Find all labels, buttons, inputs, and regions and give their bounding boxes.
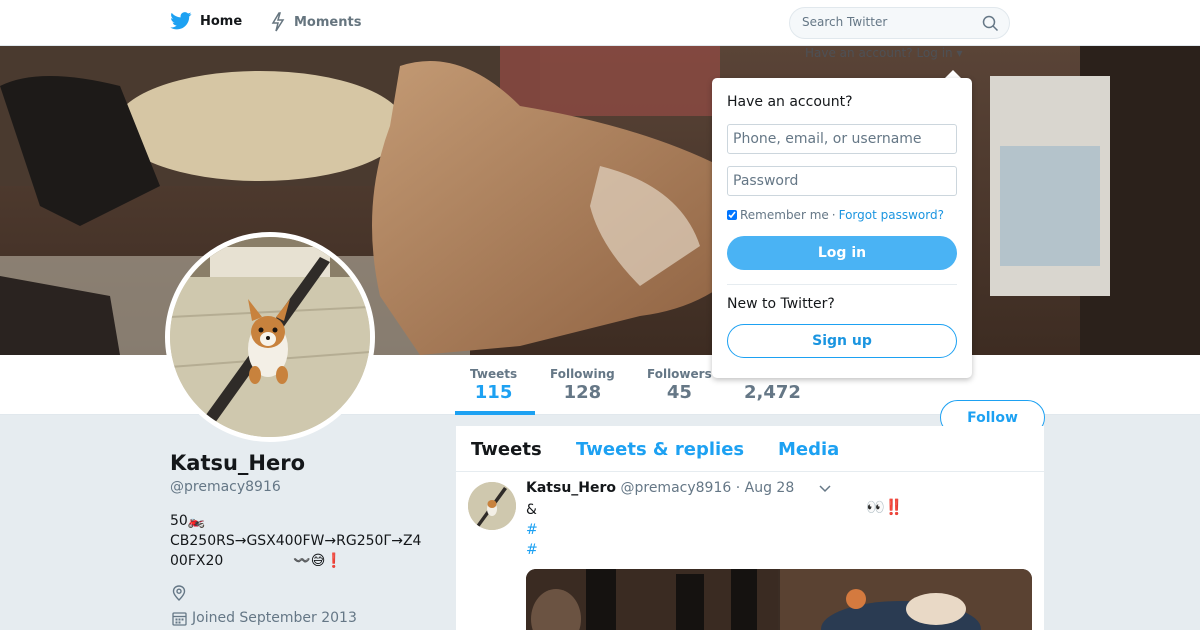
forgot-password-link[interactable]: Forgot password? <box>839 208 944 222</box>
stat-following-value: 128 <box>563 382 602 403</box>
remember-row: Remember me · Forgot password? <box>727 208 944 222</box>
bio-line: 50🏍️ <box>170 513 206 529</box>
stat-followers[interactable]: Followers 45 <box>647 367 712 403</box>
timeline-tabs: Tweets Tweets & replies Media <box>456 426 1044 472</box>
profile-joined: Joined September 2013 <box>172 610 357 626</box>
tab-media[interactable]: Media <box>778 439 839 460</box>
remember-label[interactable]: Remember me <box>740 208 829 222</box>
stat-tweets[interactable]: Tweets 115 <box>470 367 517 403</box>
tweet-author-handle[interactable]: @premacy8916 <box>620 480 731 496</box>
stat-followers-value: 45 <box>666 382 692 403</box>
tweet-media-image[interactable] <box>526 569 1032 630</box>
remember-checkbox[interactable] <box>727 210 737 220</box>
profile-name[interactable]: Katsu_Hero <box>170 451 305 475</box>
separator-dot: · <box>831 208 836 222</box>
bio-line: CB250RS→GSX400FW→RG250Γ→Z4 <box>170 533 422 549</box>
profile-handle[interactable]: @premacy8916 <box>170 479 281 495</box>
nav-home-label: Home <box>200 13 243 29</box>
tweet-avatar[interactable] <box>468 482 516 530</box>
stat-following-label: Following <box>550 367 615 381</box>
tweet-emoji: 👀‼️ <box>866 498 904 516</box>
stat-followers-label: Followers <box>647 367 712 381</box>
tweet-hashtag[interactable]: # <box>526 520 538 540</box>
twitter-bird-icon <box>170 12 192 30</box>
nav-moments[interactable]: Moments <box>270 12 361 32</box>
tweet-text: & # # <box>526 500 538 560</box>
tab-tweets[interactable]: Tweets <box>471 439 542 460</box>
stat-tweets-label: Tweets <box>470 367 518 381</box>
tweet-header: Katsu_Hero @premacy8916 · Aug 28 <box>526 480 794 496</box>
tab-tweets-and-replies[interactable]: Tweets & replies <box>576 439 744 460</box>
search-box <box>789 7 1010 39</box>
profile-location <box>172 585 186 605</box>
login-dropdown: Have an account? Remember me · Forgot pa… <box>712 78 972 378</box>
tweet-date[interactable]: · Aug 28 <box>736 480 795 496</box>
chevron-down-icon[interactable] <box>818 484 832 494</box>
new-to-twitter-text: New to Twitter? <box>727 296 835 312</box>
top-nav: Home Moments <box>0 0 1200 46</box>
tweet-line: & <box>526 502 537 518</box>
dropdown-title: Have an account? <box>727 94 853 110</box>
stat-following[interactable]: Following 128 <box>550 367 615 403</box>
login-button[interactable]: Log in <box>727 236 957 270</box>
tweet-hashtag[interactable]: # <box>526 540 538 560</box>
nav-moments-label: Moments <box>294 14 362 30</box>
active-stat-underline <box>455 411 535 415</box>
profile-avatar[interactable] <box>165 232 375 442</box>
tweet[interactable]: Katsu_Hero @premacy8916 · Aug 28 & # # 👀… <box>456 472 1044 630</box>
stat-likes-value: 2,472 <box>744 382 801 403</box>
joined-date: Joined September 2013 <box>192 610 357 626</box>
search-input[interactable] <box>802 15 972 29</box>
signup-button[interactable]: Sign up <box>727 324 957 358</box>
username-field[interactable] <box>727 124 957 154</box>
search-icon[interactable] <box>982 15 999 32</box>
nav-home[interactable]: Home <box>170 12 242 30</box>
tweet-author-name[interactable]: Katsu_Hero <box>526 480 616 496</box>
dropdown-divider <box>727 284 957 285</box>
profile-bio: 50🏍️ CB250RS→GSX400FW→RG250Γ→Z4 00FX20 〰… <box>170 511 430 571</box>
location-pin-icon <box>172 585 186 601</box>
password-field[interactable] <box>727 166 957 196</box>
timeline: Tweets Tweets & replies Media Katsu_Hero… <box>456 426 1044 630</box>
bio-line: 00FX20 〰️😅❗ <box>170 553 343 569</box>
calendar-icon <box>172 611 187 626</box>
login-link[interactable]: Have an account? Log in ▾ <box>805 46 962 60</box>
lightning-icon <box>271 12 285 32</box>
stat-tweets-value: 115 <box>474 382 513 403</box>
